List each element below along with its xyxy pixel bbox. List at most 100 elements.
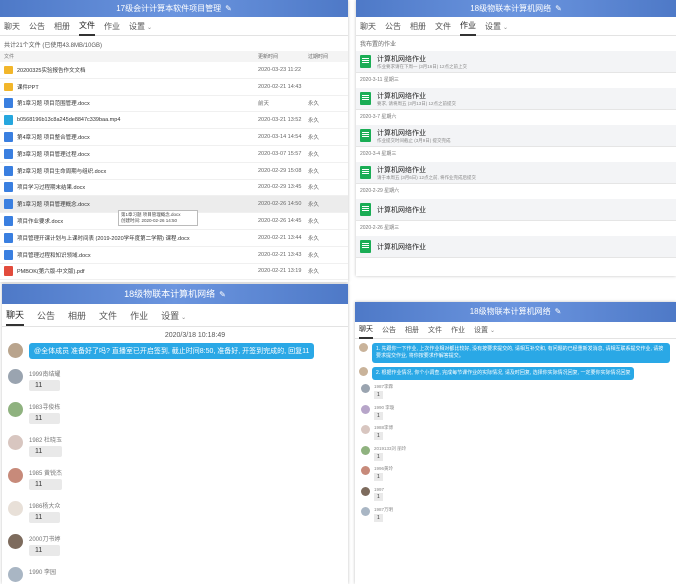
avatar[interactable] bbox=[361, 486, 370, 496]
sender-name: 1982 杜晓玉 bbox=[29, 438, 63, 444]
chat-message: 1985 黄锐杰 11 bbox=[2, 467, 348, 500]
files-table-header: 文件 更新时间 过期时间 bbox=[0, 51, 348, 62]
chevron-down-icon: ⌄ bbox=[490, 328, 496, 334]
homework-panel: 18级物联本计算机网络 ✎ 聊天 公告 相册 文件 作业 设置 ⌄ 我布置的作业 计… bbox=[356, 0, 676, 276]
tab-album[interactable]: 相册 bbox=[68, 306, 86, 325]
tab-album[interactable]: 相册 bbox=[54, 18, 70, 35]
tab-notice[interactable]: 公告 bbox=[385, 18, 401, 35]
files-title-bar: 17级会计计算本软件项目管理 ✎ bbox=[0, 0, 348, 17]
file-name: b0568196b13c8a245de8847c339baa.mp4 bbox=[17, 117, 121, 124]
file-expire: 永久 bbox=[308, 118, 320, 125]
avatar[interactable] bbox=[361, 466, 370, 475]
avatar[interactable] bbox=[361, 404, 370, 414]
tab-chat[interactable]: 聊天 bbox=[359, 321, 373, 339]
file-row[interactable]: 第4章习题 项目整合管理.docx 2020-03-14 14:54 永久 bbox=[0, 129, 348, 146]
file-row[interactable]: 第2章习题 项目生命周期与组织.docx 2020-02-29 15:08 永久 bbox=[0, 163, 348, 180]
tab-album[interactable]: 相册 bbox=[410, 18, 426, 35]
sender-name: 1985 黄锐杰 bbox=[29, 471, 63, 477]
tab-settings[interactable]: 设置 ⌄ bbox=[129, 18, 152, 35]
avatar[interactable] bbox=[8, 501, 23, 516]
avatar[interactable] bbox=[8, 435, 23, 450]
tab-homework[interactable]: 作业 bbox=[451, 322, 465, 338]
edit-icon[interactable]: ✎ bbox=[225, 4, 232, 13]
sender-name: 2019133刘 丽玲 bbox=[374, 445, 407, 451]
announcement-message: @全体成员 准备好了吗? 直播室已开启签到, 截止时间8:50, 准备好, 开签… bbox=[2, 342, 348, 368]
message-text: 11 bbox=[29, 512, 61, 523]
sender-name: 1999南结耀 bbox=[29, 372, 61, 378]
tab-homework[interactable]: 作业 bbox=[130, 306, 148, 325]
file-name: 第3章习题 项目管理过程.docx bbox=[17, 151, 90, 158]
homework-card[interactable]: 计算机网络作业 请于本周五 (3月6日) 12点之前, 将作业完成后提交 bbox=[356, 162, 676, 184]
avatar[interactable] bbox=[8, 369, 23, 384]
tab-notice[interactable]: 公告 bbox=[29, 18, 45, 35]
sender-name: 1986杨大众 bbox=[29, 504, 61, 510]
file-row[interactable]: PMBOK(第六版-中文版).pdf 2020-02-21 13:19 永久 bbox=[0, 264, 348, 281]
file-row[interactable]: 第1章习题 项目范围管理.docx 前天 永久 bbox=[0, 96, 348, 113]
tab-notice[interactable]: 公告 bbox=[37, 306, 55, 325]
edit-icon[interactable]: ✎ bbox=[555, 307, 562, 316]
edit-icon[interactable]: ✎ bbox=[219, 290, 226, 299]
message-text: 1 bbox=[374, 432, 383, 440]
homework-card[interactable]: 计算机网络作业 要求, 请将周五 (3月13日) 12点之前提交 bbox=[356, 88, 676, 110]
file-expire: 永久 bbox=[308, 202, 320, 209]
avatar[interactable] bbox=[8, 402, 23, 417]
chat-title-bar: 18级物联本计算机网络 ✎ bbox=[2, 284, 348, 304]
chat-message: 1999南结耀 11 bbox=[2, 368, 348, 401]
tab-chat[interactable]: 聊天 bbox=[4, 18, 20, 35]
homework-date: 2020-3-4 星期三 bbox=[360, 151, 397, 157]
tab-files[interactable]: 文件 bbox=[428, 322, 442, 338]
avatar[interactable] bbox=[361, 507, 370, 516]
avatar[interactable] bbox=[8, 468, 23, 483]
tab-settings[interactable]: 设置 ⌄ bbox=[474, 322, 495, 338]
homework-date: 2020-3-11 星期三 bbox=[360, 77, 399, 83]
file-row[interactable]: 20200325实验报告作文文档 2020-03-23 11:22 bbox=[0, 62, 348, 79]
avatar[interactable] bbox=[8, 567, 23, 582]
avatar[interactable] bbox=[361, 445, 370, 455]
tab-files[interactable]: 文件 bbox=[99, 306, 117, 325]
word-file-icon bbox=[4, 98, 13, 109]
file-row[interactable]: 项目管理开课计划与上课时间表 (2019-2020学年度第二学期) 课程.doc… bbox=[0, 230, 348, 247]
notice-bubble: 1. 先跟你一下作业, 上次作业相对都比较好, 没有按要求提交的, 请相互补交和… bbox=[372, 343, 670, 363]
tab-settings[interactable]: 设置 ⌄ bbox=[485, 18, 508, 35]
col-file: 文件 bbox=[4, 54, 15, 60]
avatar[interactable] bbox=[359, 343, 368, 352]
avatar[interactable] bbox=[361, 425, 370, 434]
chat-message: 1987万明 1 bbox=[355, 507, 676, 528]
tab-homework[interactable]: 作业 bbox=[460, 17, 476, 36]
message-text: 11 bbox=[29, 545, 61, 556]
file-row[interactable]: b0568196b13c8a245de8847c339baa.mp4 2020-0… bbox=[0, 112, 348, 130]
avatar[interactable] bbox=[8, 343, 23, 358]
avatar[interactable] bbox=[361, 384, 370, 393]
chat-message: 1982 杜晓玉 11 bbox=[2, 434, 348, 467]
tab-settings[interactable]: 设置 ⌄ bbox=[161, 306, 186, 325]
tab-settings-label: 设置 bbox=[129, 21, 145, 31]
file-row[interactable]: 第3章习题 项目管理过程.docx 2020-03-07 15:57 永久 bbox=[0, 146, 348, 163]
pdf-file-icon bbox=[4, 266, 13, 277]
edit-icon[interactable]: ✎ bbox=[555, 4, 562, 13]
tab-files[interactable]: 文件 bbox=[435, 18, 451, 35]
word-file-icon bbox=[4, 165, 13, 176]
file-time: 2020-02-29 13:45 bbox=[258, 184, 302, 191]
homework-card[interactable]: 计算机网络作业 作业要求请在下周一 (3月16日) 12点之前上交 bbox=[356, 51, 676, 73]
tab-homework[interactable]: 作业 bbox=[104, 18, 120, 35]
chat-message: 1997 1 bbox=[355, 486, 676, 508]
tab-notice[interactable]: 公告 bbox=[382, 322, 396, 338]
word-file-icon bbox=[4, 199, 13, 210]
file-row[interactable]: 项目学习过程期末结果.docx 2020-02-29 13:45 永久 bbox=[0, 180, 348, 197]
homework-card[interactable]: 计算机网络作业 作业提交时间截止 (3月9日) 提交完成 bbox=[356, 125, 676, 147]
tab-album[interactable]: 相册 bbox=[405, 322, 419, 338]
tab-chat[interactable]: 聊天 bbox=[6, 305, 25, 326]
homework-card[interactable]: 计算机网络作业 bbox=[356, 236, 676, 258]
file-row[interactable]: 课件PPT 2020-02-21 14:43 bbox=[0, 79, 348, 96]
file-tooltip: 第1章习题 项目管理概念.docx 创建时间: 2020-02-26 14:50 bbox=[118, 210, 198, 226]
avatar[interactable] bbox=[359, 367, 368, 376]
tab-files[interactable]: 文件 bbox=[79, 17, 95, 36]
file-expire: 永久 bbox=[308, 235, 320, 242]
file-time: 前天 bbox=[258, 101, 270, 108]
file-row[interactable]: 项目管理过程和知识领域.docx 2020-02-21 13:43 永久 bbox=[0, 247, 348, 264]
homework-date: 2020-2-26 星期三 bbox=[360, 225, 400, 231]
avatar[interactable] bbox=[8, 534, 23, 549]
homework-card[interactable]: 计算机网络作业 bbox=[356, 199, 676, 221]
tab-chat[interactable]: 聊天 bbox=[360, 18, 376, 35]
message-text: 1 bbox=[374, 514, 383, 522]
